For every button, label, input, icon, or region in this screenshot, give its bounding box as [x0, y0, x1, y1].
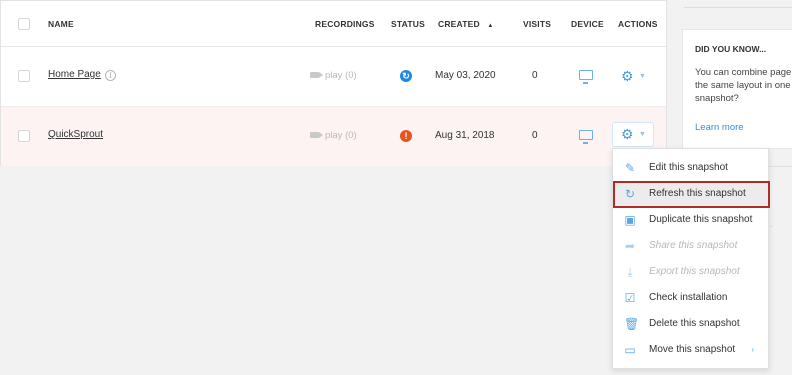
menu-item-edit[interactable]: ✎ Edit this snapshot	[613, 155, 768, 181]
table-header: NAME RECORDINGS STATUS CREATED ▲ VISITS …	[1, 1, 666, 47]
column-device: DEVICE	[571, 19, 604, 29]
divider	[684, 7, 792, 8]
highlight-box	[613, 181, 770, 208]
pencil-icon: ✎	[624, 161, 636, 175]
recordings-play-label: play (0)	[325, 130, 357, 141]
share-icon: ➦	[624, 239, 636, 253]
select-all-checkbox[interactable]	[18, 18, 30, 30]
video-camera-icon	[310, 72, 323, 78]
recordings-play-label: play (0)	[325, 70, 357, 81]
menu-item-move[interactable]: ▭ Move this snapshot ›	[613, 337, 768, 363]
column-recordings: RECORDINGS	[315, 19, 375, 29]
recordings-play-link[interactable]: play (0)	[310, 130, 357, 141]
chevron-down-icon[interactable]: ▼	[639, 73, 646, 80]
trash-icon: 🗑	[624, 317, 640, 331]
table-row: Home Page i play (0) ↻ May 03, 2020 0 ⚙ …	[1, 47, 666, 107]
menu-item-label: Edit this snapshot	[649, 162, 728, 173]
menu-item-delete[interactable]: 🗑 Delete this snapshot	[613, 311, 768, 337]
recordings-play-link[interactable]: play (0)	[310, 70, 357, 81]
snapshot-name-link[interactable]: Home Page	[48, 69, 101, 80]
gear-icon: ⚙	[621, 126, 634, 142]
created-date: Aug 31, 2018	[435, 130, 495, 141]
desktop-device-icon	[579, 70, 593, 84]
menu-item-label: Check installation	[649, 292, 728, 303]
created-date: May 03, 2020	[435, 70, 496, 81]
menu-item-label: Export this snapshot	[649, 266, 740, 277]
column-actions: ACTIONS	[618, 19, 658, 29]
actions-dropdown-button[interactable]: ⚙ ▼	[612, 122, 654, 147]
visits-count: 0	[532, 70, 538, 81]
check-installation-icon: ☑	[624, 291, 636, 305]
menu-item-label: Duplicate this snapshot	[649, 214, 753, 225]
did-you-know-panel: DID YOU KNOW... You can combine page wit…	[682, 29, 792, 149]
column-created-label: CREATED	[438, 19, 480, 29]
desktop-device-icon	[579, 130, 593, 144]
column-visits[interactable]: VISITS	[523, 19, 551, 29]
menu-item-share: ➦ Share this snapshot	[613, 233, 768, 259]
row-checkbox[interactable]	[18, 130, 30, 142]
snapshot-name-link[interactable]: QuickSprout	[48, 129, 103, 140]
sort-ascending-icon: ▲	[487, 23, 494, 29]
table-row: QuickSprout play (0) ! Aug 31, 2018 0	[1, 107, 666, 166]
snapshots-table: NAME RECORDINGS STATUS CREATED ▲ VISITS …	[0, 0, 667, 166]
folder-icon: ▭	[624, 343, 636, 357]
column-name[interactable]: NAME	[48, 19, 74, 29]
info-icon[interactable]: i	[105, 70, 116, 81]
column-status[interactable]: STATUS	[391, 19, 425, 29]
menu-item-label: Move this snapshot	[649, 344, 736, 355]
column-created[interactable]: CREATED ▲	[438, 19, 494, 29]
menu-item-label: Share this snapshot	[649, 240, 738, 251]
learn-more-link[interactable]: Learn more	[695, 122, 744, 133]
visits-count: 0	[532, 130, 538, 141]
video-camera-icon	[310, 132, 323, 138]
menu-item-export: ⤓ Export this snapshot	[613, 259, 768, 285]
did-you-know-text: You can combine page with the same layou…	[695, 67, 792, 104]
menu-item-duplicate[interactable]: ▣ Duplicate this snapshot	[613, 207, 768, 233]
status-active-icon: ↻	[400, 70, 412, 82]
did-you-know-title: DID YOU KNOW...	[695, 44, 767, 54]
gear-icon[interactable]: ⚙	[621, 69, 634, 83]
chevron-right-icon: ›	[751, 345, 754, 354]
status-error-icon: !	[400, 130, 412, 142]
snapshots-page: NAME RECORDINGS STATUS CREATED ▲ VISITS …	[0, 0, 792, 375]
duplicate-icon: ▣	[624, 213, 636, 227]
menu-item-check-installation[interactable]: ☑ Check installation	[613, 285, 768, 311]
menu-item-label: Delete this snapshot	[649, 318, 740, 329]
chevron-down-icon: ▼	[639, 131, 646, 138]
export-icon: ⤓	[627, 265, 633, 279]
row-checkbox[interactable]	[18, 70, 30, 82]
